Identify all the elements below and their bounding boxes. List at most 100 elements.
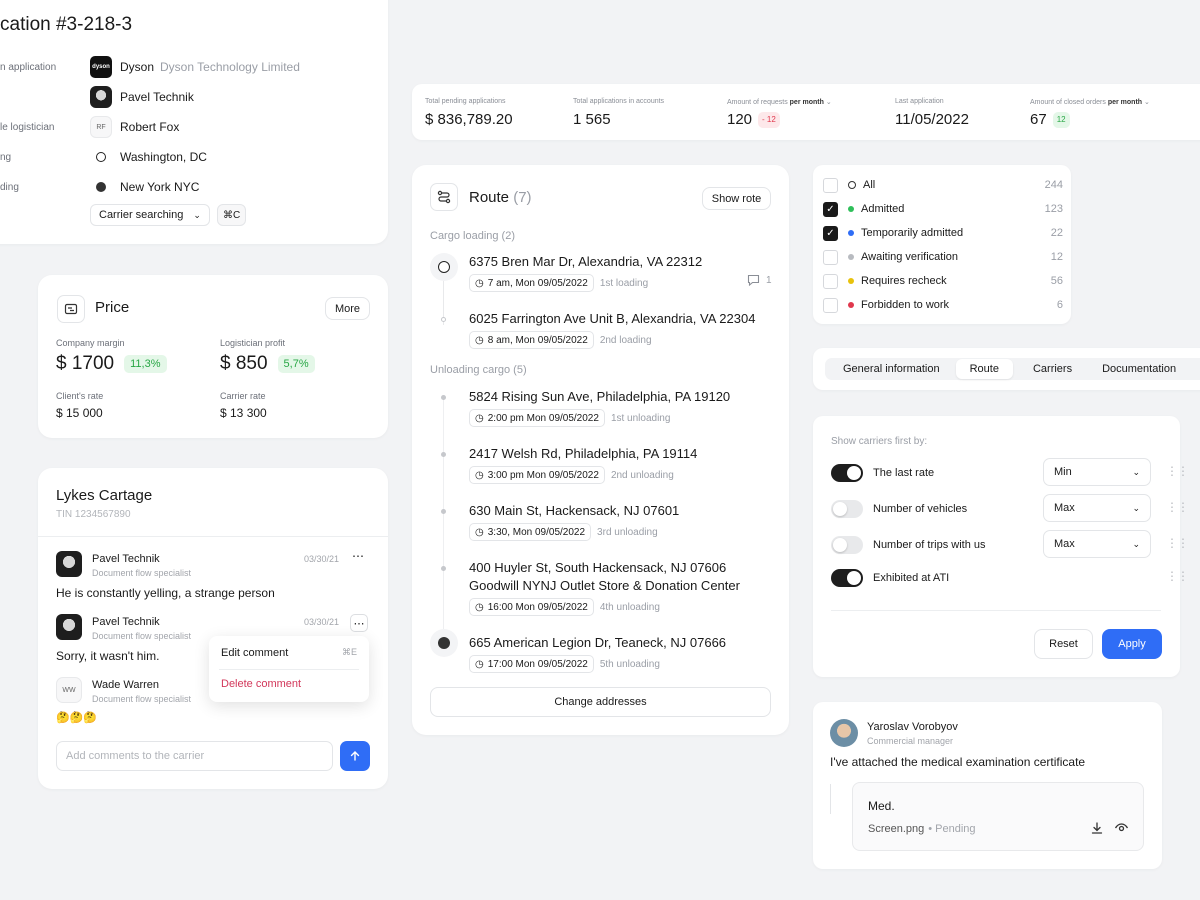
company-margin-badge: 11,3% — [124, 355, 167, 373]
checkbox-checked[interactable]: ✓ — [823, 225, 838, 241]
stat-period: per month — [1107, 99, 1143, 106]
timeline-dot — [441, 395, 446, 400]
drag-handle-icon[interactable]: ⋮⋮ — [1166, 536, 1189, 550]
filter-row[interactable]: ✓ Temporarily admitted 22 — [823, 223, 1063, 243]
stat-label[interactable]: Amount of requests per month ⌄ — [727, 98, 832, 106]
tab-route[interactable]: Route — [955, 359, 1013, 379]
eye-icon[interactable] — [1114, 821, 1129, 840]
timeline-dot — [441, 566, 446, 571]
time-chip: ◷ 7 am, Mon 09/05/2022 — [469, 274, 594, 292]
stat-value: 67 12 — [1030, 111, 1070, 128]
time-chip: ◷ 17:00 Mon 09/05/2022 — [469, 655, 594, 673]
checkbox[interactable] — [823, 273, 838, 289]
tab-carriers[interactable]: Carriers — [1013, 359, 1092, 379]
apply-button[interactable]: Apply — [1102, 629, 1162, 659]
filter-count: 12 — [1050, 251, 1063, 263]
unloading-header: Unloading cargo (5) — [430, 364, 527, 376]
filter-row[interactable]: Forbidden to work 6 — [823, 295, 1063, 315]
file-title: Med. — [868, 799, 895, 813]
comment-menu: Edit comment ⌘E Delete comment — [209, 636, 369, 702]
file-attachment[interactable]: Med. Screen.png • Pending — [852, 782, 1144, 851]
status-filter-card: All 244 ✓ Admitted 123 ✓ Temporarily adm… — [813, 165, 1071, 324]
filter-row[interactable]: ✓ Admitted 123 — [823, 199, 1063, 219]
sort-select[interactable]: Max ⌄ — [1043, 530, 1151, 558]
checkbox[interactable] — [823, 249, 838, 265]
message-text: I've attached the medical examination ce… — [830, 755, 1086, 769]
filter-row[interactable]: Awaiting verification 12 — [823, 247, 1063, 267]
filter-row[interactable]: Requires recheck 56 — [823, 271, 1063, 291]
toggle[interactable] — [831, 569, 863, 587]
comment-input[interactable]: Add comments to the carrier — [56, 741, 333, 771]
sort-select[interactable]: Max ⌄ — [1043, 494, 1151, 522]
change-addresses-button[interactable]: Change addresses — [430, 687, 771, 717]
toggle[interactable] — [831, 500, 863, 518]
client-name: Dyson — [120, 60, 155, 74]
drag-handle-icon[interactable]: ⋮⋮ — [1166, 500, 1189, 514]
status-dot — [848, 181, 856, 189]
comment-icon — [747, 274, 760, 286]
stats-bar: Total pending applications $ 836,789.20 … — [412, 84, 1200, 140]
sort-select[interactable]: Min ⌄ — [1043, 458, 1151, 486]
select-value: Min — [1054, 466, 1072, 478]
clock-icon: ◷ — [475, 601, 484, 613]
more-icon[interactable]: ⋯ — [352, 549, 364, 563]
send-button[interactable] — [340, 741, 370, 771]
route-stop[interactable]: 665 American Legion Dr, Teaneck, NJ 0766… — [412, 629, 772, 679]
stop-address-line2: Goodwill NYNJ Outlet Store & Donation Ce… — [469, 578, 740, 593]
route-stop[interactable]: 630 Main St, Hackensack, NJ 07601 ◷ 3:30,… — [412, 502, 772, 547]
filter-label: Temporarily admitted — [861, 227, 964, 239]
timeline-dot — [441, 317, 446, 322]
filter-label: Requires recheck — [861, 275, 947, 287]
clients-rate-label: Client's rate — [56, 391, 104, 401]
route-title: Route (7) — [469, 189, 532, 206]
unloading-city-row: New York NYC — [96, 175, 199, 199]
tab-general-information[interactable]: General information — [827, 359, 956, 379]
filter-count: 22 — [1050, 227, 1063, 239]
checkbox[interactable] — [823, 177, 838, 193]
filter-row[interactable]: All 244 — [823, 175, 1063, 195]
checkbox-checked[interactable]: ✓ — [823, 201, 838, 217]
toggle[interactable] — [831, 464, 863, 482]
shortcut-chip[interactable]: ⌘C — [217, 204, 247, 226]
show-route-button[interactable]: Show rote — [702, 187, 771, 210]
route-stop[interactable]: 6025 Farrington Ave Unit B, Alexandria, … — [412, 310, 772, 355]
route-stop[interactable]: 400 Huyler St, South Hackensack, NJ 0760… — [412, 559, 772, 619]
delete-comment-item[interactable]: Delete comment — [221, 678, 301, 690]
clock-icon: ◷ — [475, 277, 484, 289]
price-icon — [57, 295, 85, 323]
divider — [831, 610, 1161, 611]
chevron-down-icon: ⌄ — [1132, 466, 1140, 477]
drag-handle-icon[interactable]: ⋮⋮ — [1166, 464, 1189, 478]
comment-author: Wade Warren — [92, 679, 160, 691]
route-stop[interactable]: 5824 Rising Sun Ave, Philadelphia, PA 19… — [412, 388, 772, 433]
stat-label[interactable]: Amount of closed orders per month ⌄ — [1030, 98, 1150, 106]
status-select[interactable]: Carrier searching ⌄ — [90, 204, 210, 226]
edit-comment-item[interactable]: Edit comment ⌘E — [221, 647, 357, 659]
logistician-name: Robert Fox — [120, 120, 180, 134]
filter-label: All — [863, 179, 876, 191]
route-stop[interactable]: 6375 Bren Mar Dr, Alexandria, VA 22312 ◷… — [412, 253, 772, 298]
more-button[interactable]: More — [325, 297, 370, 320]
checkbox[interactable] — [823, 297, 838, 313]
route-stop[interactable]: 2417 Welsh Rd, Philadelphia, PA 19114 ◷ 3… — [412, 445, 772, 490]
stat-number: 1 565 — [573, 111, 611, 128]
more-icon[interactable]: ⋯ — [350, 614, 368, 632]
price-card: Price More Company margin $ 1700 11,3% L… — [38, 275, 388, 438]
stat-number: $ 836,789.20 — [425, 111, 513, 128]
timeline-dot — [441, 509, 446, 514]
drag-handle-icon[interactable]: ⋮⋮ — [1166, 569, 1189, 583]
route-count: (7) — [513, 189, 532, 206]
download-icon[interactable] — [1090, 821, 1104, 840]
circle-filled-icon — [96, 182, 106, 192]
status-dot — [848, 302, 854, 308]
stop-tag: 2nd loading — [599, 334, 652, 346]
tab-documentation[interactable]: Documentation — [1092, 359, 1186, 379]
stop-tag: 5th unloading — [599, 658, 660, 670]
stop-meta: ◷ 7 am, Mon 09/05/2022 1st loading — [469, 274, 648, 292]
toggle[interactable] — [831, 536, 863, 554]
stop-comments[interactable]: 1 — [747, 274, 772, 286]
stop-time: 2:00 pm Mon 09/05/2022 — [487, 412, 599, 424]
sort-label: Exhibited at ATI — [873, 572, 950, 584]
stop-tag: 4th unloading — [599, 601, 660, 613]
reset-button[interactable]: Reset — [1034, 629, 1093, 659]
